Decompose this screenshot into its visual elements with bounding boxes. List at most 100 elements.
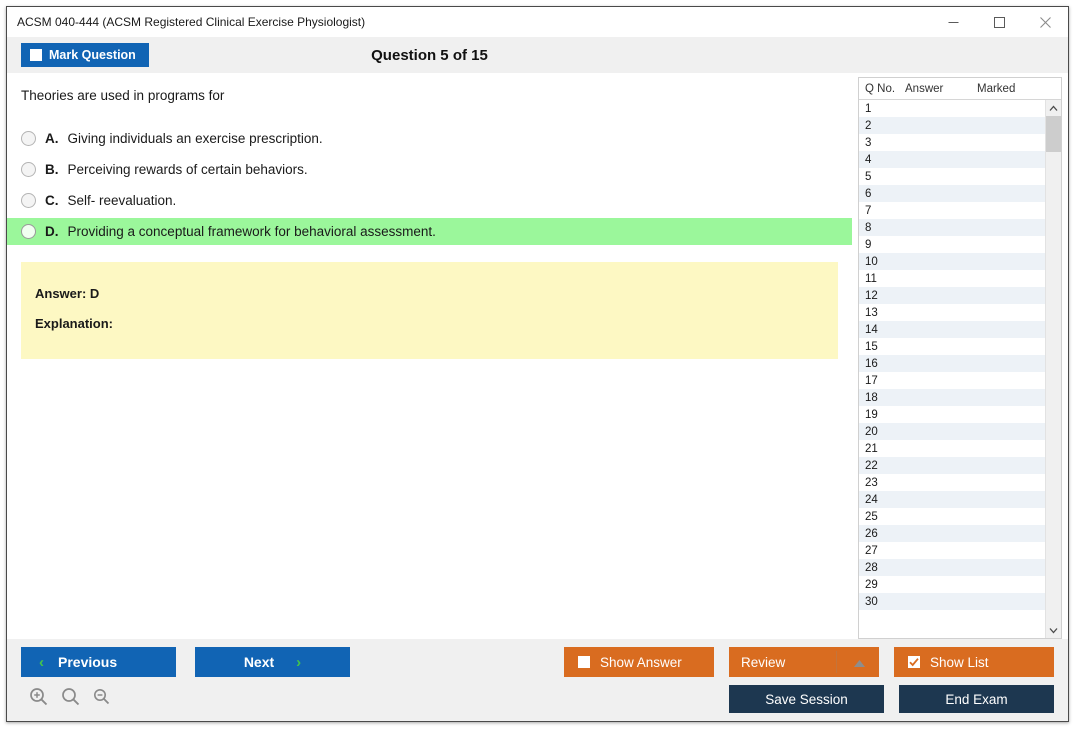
question-list-body: 1 2 3 4 5 6 7 8 9 10 11 12 13 14 15 16 17 18 19 20 21 22 23 24 2… — [859, 100, 1061, 638]
review-arrow-icon[interactable] — [853, 656, 866, 671]
next-button[interactable]: Next › — [195, 647, 350, 677]
option-d[interactable]: D. Providing a conceptual framework for … — [7, 218, 852, 245]
show-list-button[interactable]: Show List — [894, 647, 1054, 677]
row-qno: 30 — [865, 595, 878, 608]
minimize-button[interactable] — [930, 7, 976, 37]
question-list-pane: Q No. Answer Marked 1 2 3 4 5 6 7 8 9 10 11 12 13 14 1… — [858, 77, 1062, 639]
zoom-out-button[interactable] — [93, 688, 110, 710]
mark-question-checkbox[interactable] — [30, 49, 42, 61]
radio-icon[interactable] — [21, 131, 36, 146]
scroll-up-button[interactable] — [1046, 100, 1061, 116]
review-label: Review — [741, 654, 786, 670]
row-qno: 7 — [865, 204, 872, 217]
row-qno: 26 — [865, 527, 878, 540]
show-list-checkbox[interactable] — [908, 656, 920, 668]
question-list-scrollbar[interactable] — [1045, 100, 1061, 638]
maximize-icon — [993, 16, 1005, 28]
question-list-row[interactable]: 21 — [859, 440, 1045, 457]
question-list-row[interactable]: 14 — [859, 321, 1045, 338]
save-session-button[interactable]: Save Session — [729, 685, 884, 713]
question-list-row[interactable]: 12 — [859, 287, 1045, 304]
end-exam-button[interactable]: End Exam — [899, 685, 1054, 713]
answer-explanation-panel: Answer: D Explanation: — [21, 262, 838, 359]
question-list-row[interactable]: 29 — [859, 576, 1045, 593]
triangle-up-icon — [854, 660, 865, 667]
row-qno: 21 — [865, 442, 878, 455]
question-stem: Theories are used in programs for — [21, 88, 225, 103]
zoom-controls — [29, 687, 110, 711]
exam-body: Theories are used in programs for A. Giv… — [7, 73, 1068, 639]
row-qno: 4 — [865, 153, 872, 166]
window-controls — [930, 7, 1068, 37]
scroll-down-button[interactable] — [1046, 622, 1061, 638]
show-answer-checkbox[interactable] — [578, 656, 590, 668]
question-list-row[interactable]: 13 — [859, 304, 1045, 321]
question-list-row[interactable]: 1 — [859, 100, 1045, 117]
show-list-label: Show List — [930, 654, 989, 670]
radio-icon[interactable] — [21, 224, 36, 239]
column-header-marked: Marked — [977, 82, 1016, 95]
scrollbar-thumb[interactable] — [1046, 116, 1061, 152]
option-letter: A. — [45, 131, 59, 146]
option-text: Self- reevaluation. — [67, 193, 177, 208]
question-list-row[interactable]: 11 — [859, 270, 1045, 287]
row-qno: 8 — [865, 221, 872, 234]
footer-toolbar: ‹ Previous Next › Show Answer Review Sho… — [7, 639, 1068, 721]
chevron-down-icon — [1049, 627, 1058, 633]
option-a[interactable]: A. Giving individuals an exercise prescr… — [7, 125, 852, 152]
close-button[interactable] — [1022, 7, 1068, 37]
question-list-row[interactable]: 18 — [859, 389, 1045, 406]
row-qno: 29 — [865, 578, 878, 591]
chevron-right-icon: › — [296, 653, 302, 671]
explanation-label: Explanation: — [35, 316, 114, 331]
question-list-row[interactable]: 23 — [859, 474, 1045, 491]
scrollbar-track[interactable] — [1046, 116, 1061, 622]
radio-icon[interactable] — [21, 162, 36, 177]
question-list-row[interactable]: 25 — [859, 508, 1045, 525]
question-list-row[interactable]: 2 — [859, 117, 1045, 134]
question-list-row[interactable]: 8 — [859, 219, 1045, 236]
row-qno: 18 — [865, 391, 878, 404]
row-qno: 3 — [865, 136, 872, 149]
question-list-row[interactable]: 6 — [859, 185, 1045, 202]
option-text: Perceiving rewards of certain behaviors. — [67, 162, 308, 177]
radio-icon[interactable] — [21, 193, 36, 208]
option-c[interactable]: C. Self- reevaluation. — [7, 187, 852, 214]
question-list-row[interactable]: 16 — [859, 355, 1045, 372]
option-text: Providing a conceptual framework for beh… — [67, 224, 436, 239]
show-answer-label: Show Answer — [600, 654, 682, 670]
maximize-button[interactable] — [976, 7, 1022, 37]
column-header-qno: Q No. — [865, 82, 896, 95]
question-list-rows: 1 2 3 4 5 6 7 8 9 10 11 12 13 14 15 16 17 18 19 20 21 22 23 24 2… — [859, 100, 1045, 638]
title-bar: ACSM 040-444 (ACSM Registered Clinical E… — [7, 7, 1068, 37]
question-list-row[interactable]: 17 — [859, 372, 1045, 389]
row-qno: 11 — [865, 272, 877, 285]
question-list-row[interactable]: 24 — [859, 491, 1045, 508]
question-pane: Theories are used in programs for A. Giv… — [7, 73, 852, 639]
question-list-row[interactable]: 26 — [859, 525, 1045, 542]
save-session-label: Save Session — [765, 691, 848, 707]
show-answer-button[interactable]: Show Answer — [564, 647, 714, 677]
review-dropdown-button[interactable]: Review — [729, 647, 879, 677]
zoom-reset-button[interactable] — [61, 687, 80, 711]
question-list-row[interactable]: 10 — [859, 253, 1045, 270]
question-list-row[interactable]: 3 — [859, 134, 1045, 151]
previous-button[interactable]: ‹ Previous — [21, 647, 176, 677]
question-list-row[interactable]: 19 — [859, 406, 1045, 423]
question-list-row[interactable]: 7 — [859, 202, 1045, 219]
row-qno: 24 — [865, 493, 878, 506]
question-list-row[interactable]: 4 — [859, 151, 1045, 168]
question-list-row[interactable]: 5 — [859, 168, 1045, 185]
zoom-in-button[interactable] — [29, 687, 48, 711]
question-list-row[interactable]: 9 — [859, 236, 1045, 253]
question-list-row[interactable]: 20 — [859, 423, 1045, 440]
option-b[interactable]: B. Perceiving rewards of certain behavio… — [7, 156, 852, 183]
question-list-row[interactable]: 22 — [859, 457, 1045, 474]
question-list-row[interactable]: 15 — [859, 338, 1045, 355]
question-list-row[interactable]: 28 — [859, 559, 1045, 576]
question-list-row[interactable]: 27 — [859, 542, 1045, 559]
question-list-row[interactable]: 30 — [859, 593, 1045, 610]
mark-question-button[interactable]: Mark Question — [21, 43, 149, 67]
answer-value: Answer: D — [35, 286, 100, 301]
row-qno: 27 — [865, 544, 878, 557]
